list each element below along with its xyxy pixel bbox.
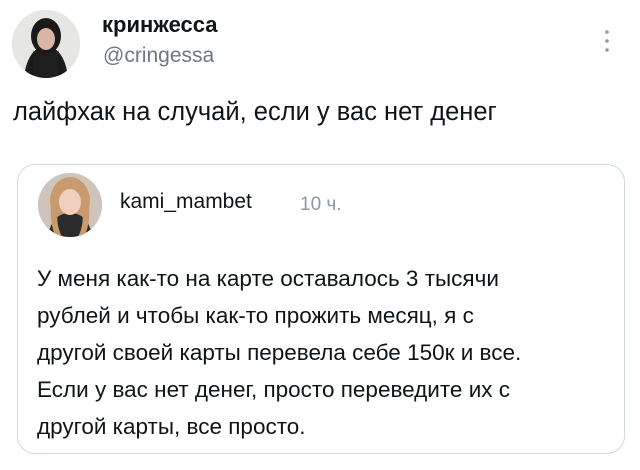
quoted-text-line-2: рублей и чтобы как-то прожить месяц, я с	[37, 303, 474, 328]
quoted-author-name[interactable]: kami_mambet	[120, 190, 252, 214]
author-display-name[interactable]: кринжесса	[102, 12, 218, 38]
author-handle[interactable]: @cringessa	[103, 44, 214, 68]
author-avatar-image	[12, 10, 80, 78]
tweet-text: лайфхак на случай, если у вас нет денег	[13, 98, 497, 126]
quoted-text-line-5: другой карты, все просто.	[37, 414, 306, 439]
quoted-text-line-1: У меня как-то на карте оставалось 3 тыся…	[37, 266, 499, 291]
author-avatar[interactable]	[12, 10, 80, 78]
more-options-icon[interactable]	[603, 28, 611, 54]
quoted-author-avatar[interactable]	[38, 173, 102, 237]
quoted-text-line-3: другой своей карты перевела себе 150к и …	[37, 340, 522, 365]
quoted-avatar-image	[38, 173, 102, 237]
quoted-post-time: 10 ч.	[300, 194, 342, 215]
quoted-text-line-4: Если у вас нет денег, просто переведите …	[37, 377, 511, 402]
